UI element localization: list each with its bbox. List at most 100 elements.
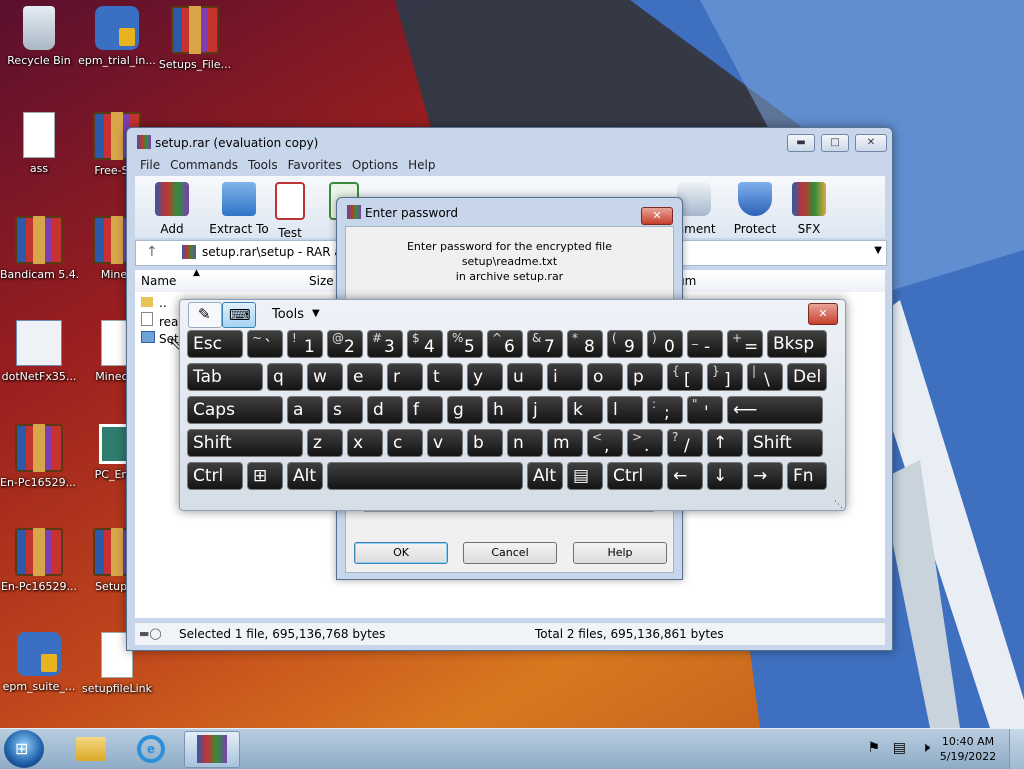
key[interactable]: }]: [707, 363, 743, 391]
osk-close-button[interactable]: ✕: [808, 303, 838, 325]
keyboard-mode-button[interactable]: ⌨: [222, 302, 256, 328]
key[interactable]: b: [467, 429, 503, 457]
key[interactable]: $4: [407, 330, 443, 358]
menu-favorites[interactable]: Favorites: [283, 156, 347, 174]
key[interactable]: z: [307, 429, 343, 457]
start-button[interactable]: ⊞: [4, 730, 44, 768]
menu-help[interactable]: Help: [403, 156, 440, 174]
key[interactable]: Tab: [187, 363, 263, 391]
key[interactable]: d: [367, 396, 403, 424]
key[interactable]: " ': [687, 396, 723, 424]
key[interactable]: Fn: [787, 462, 827, 490]
close-button[interactable]: ✕: [855, 134, 887, 152]
key[interactable]: j: [527, 396, 563, 424]
key[interactable]: r: [387, 363, 423, 391]
dialog-close-button[interactable]: ✕: [641, 207, 673, 225]
desktop-icon[interactable]: En-Pc16529...: [0, 528, 78, 593]
key[interactable]: :;: [647, 396, 683, 424]
key[interactable]: u: [507, 363, 543, 391]
key[interactable]: Alt: [527, 462, 563, 490]
key[interactable]: t: [427, 363, 463, 391]
key[interactable]: _ -: [687, 330, 723, 358]
key[interactable]: Del: [787, 363, 827, 391]
address-dropdown-icon[interactable]: ▼: [874, 245, 882, 256]
key[interactable]: a: [287, 396, 323, 424]
key[interactable]: * 8: [567, 330, 603, 358]
taskbar-internet-explorer[interactable]: e: [124, 731, 178, 766]
key[interactable]: v: [427, 429, 463, 457]
key[interactable]: Caps: [187, 396, 283, 424]
key[interactable]: [327, 462, 523, 490]
desktop-icon[interactable]: ass: [0, 112, 78, 175]
desktop-icon[interactable]: Recycle Bin: [0, 6, 78, 67]
key[interactable]: Esc: [187, 330, 243, 358]
desktop-icon[interactable]: Setups_File...: [156, 6, 234, 71]
key[interactable]: #3: [367, 330, 403, 358]
key[interactable]: <,: [587, 429, 623, 457]
key[interactable]: {[: [667, 363, 703, 391]
key[interactable]: Ctrl: [607, 462, 663, 490]
minimize-button[interactable]: ▬: [787, 134, 815, 152]
key[interactable]: m: [547, 429, 583, 457]
key[interactable]: Bksp: [767, 330, 827, 358]
ok-button[interactable]: OK: [354, 542, 448, 564]
desktop-icon[interactable]: Bandicam 5.4.3. Crack...: [0, 216, 78, 281]
help-button[interactable]: Help: [573, 542, 667, 564]
key[interactable]: Shift: [747, 429, 823, 457]
menu-commands[interactable]: Commands: [165, 156, 243, 174]
column-size[interactable]: Size: [309, 274, 334, 288]
handwriting-mode-button[interactable]: ✎: [188, 302, 222, 328]
test-button[interactable]: Test: [259, 180, 321, 240]
show-desktop-button[interactable]: [1009, 729, 1024, 769]
key[interactable]: c: [387, 429, 423, 457]
key[interactable]: k: [567, 396, 603, 424]
resize-grip-icon[interactable]: ⋱: [834, 500, 843, 510]
menu-file[interactable]: File: [135, 156, 165, 174]
desktop-icon[interactable]: epm_trial_in...: [78, 6, 156, 67]
sfx-button[interactable]: SFX: [777, 180, 841, 236]
key[interactable]: o: [587, 363, 623, 391]
key[interactable]: & 7: [527, 330, 563, 358]
menu-options[interactable]: Options: [347, 156, 403, 174]
on-screen-keyboard[interactable]: ✎ ⌨ Tools ▼ ✕ Esc ~ `! 1 @2 #3 $4% 5 ^ 6 & 7 * 8(9) 0 _…: [179, 299, 846, 511]
key[interactable]: p: [627, 363, 663, 391]
key[interactable]: ? /: [667, 429, 703, 457]
key[interactable]: ⊞: [247, 462, 283, 490]
tools-dropdown-icon[interactable]: ▼: [312, 308, 320, 319]
key[interactable]: Ctrl: [187, 462, 243, 490]
key[interactable]: ^ 6: [487, 330, 523, 358]
key[interactable]: n: [507, 429, 543, 457]
key[interactable]: ▤: [567, 462, 603, 490]
clock[interactable]: 10:40 AM 5/19/2022: [936, 734, 1000, 764]
key[interactable]: w: [307, 363, 343, 391]
key[interactable]: >.: [627, 429, 663, 457]
action-center-flag-icon[interactable]: ⚑: [867, 740, 880, 756]
desktop-icon[interactable]: dotNetFx35...: [0, 320, 78, 383]
key[interactable]: g: [447, 396, 483, 424]
key[interactable]: ⟵: [727, 396, 823, 424]
key[interactable]: | \: [747, 363, 783, 391]
up-arrow-icon[interactable]: ↑: [146, 244, 158, 260]
key[interactable]: + =: [727, 330, 763, 358]
list-item[interactable]: ..: [141, 294, 167, 312]
key[interactable]: h: [487, 396, 523, 424]
key[interactable]: ↑: [707, 429, 743, 457]
taskbar-winrar[interactable]: [184, 731, 240, 768]
maximize-button[interactable]: □: [821, 134, 849, 152]
tools-menu[interactable]: Tools: [272, 307, 304, 322]
key[interactable]: s: [327, 396, 363, 424]
key[interactable]: e: [347, 363, 383, 391]
key[interactable]: ←: [667, 462, 703, 490]
key[interactable]: (9: [607, 330, 643, 358]
volume-icon[interactable]: 🕨: [921, 740, 930, 756]
key[interactable]: f: [407, 396, 443, 424]
key[interactable]: ↓: [707, 462, 743, 490]
key[interactable]: ! 1: [287, 330, 323, 358]
cancel-button[interactable]: Cancel: [463, 542, 557, 564]
desktop-icon[interactable]: En-Pc16529... (1): [0, 424, 78, 489]
add-button[interactable]: Add: [141, 180, 203, 236]
key[interactable]: l: [607, 396, 643, 424]
key[interactable]: x: [347, 429, 383, 457]
key[interactable]: q: [267, 363, 303, 391]
key[interactable]: Shift: [187, 429, 303, 457]
